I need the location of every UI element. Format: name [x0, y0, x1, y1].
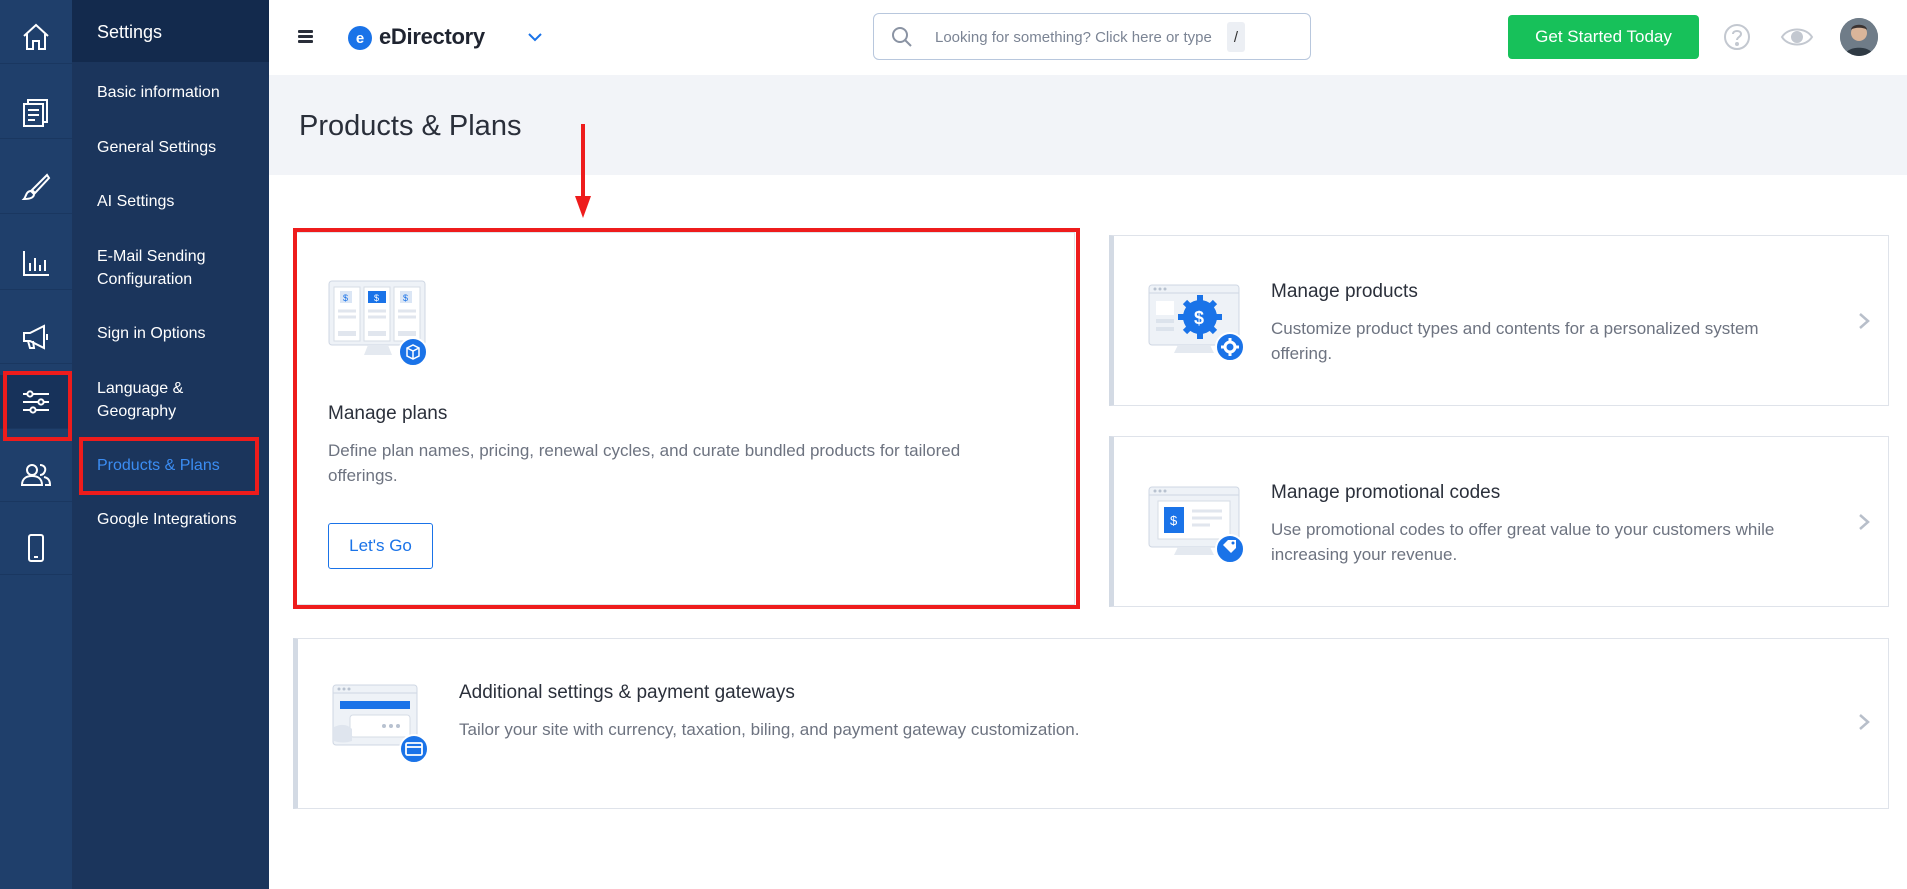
avatar[interactable] [1840, 18, 1878, 56]
page-title-band: Products & Plans [269, 75, 1907, 175]
chevron-right-icon [1859, 313, 1870, 329]
additional-settings-title: Additional settings & payment gateways [459, 682, 795, 703]
search-placeholder: Looking for something? Click here or typ… [935, 29, 1212, 46]
manage-products-card[interactable]: $ Manage products Customize product type… [1109, 235, 1889, 406]
brush-icon [21, 172, 51, 200]
sidebar-item-sign-in-options[interactable]: Sign in Options [97, 322, 262, 345]
manage-products-title: Manage products [1271, 281, 1418, 302]
rail-promote[interactable] [0, 310, 72, 364]
logo-text[interactable]: eDirectory [379, 24, 485, 50]
manage-promo-codes-title: Manage promotional codes [1271, 482, 1501, 503]
additional-settings-card[interactable]: Additional settings & payment gateways T… [293, 638, 1889, 809]
products-illustration-icon: $ [1148, 284, 1245, 362]
highlight-manage-plans-card [293, 228, 1080, 609]
bar-chart-icon [23, 250, 49, 276]
sidebar-item-language-geography[interactable]: Language & Geography [97, 377, 207, 423]
help-icon[interactable] [1723, 23, 1751, 51]
home-icon [23, 23, 49, 50]
chevron-right-icon [1859, 514, 1870, 530]
users-icon [20, 463, 52, 486]
logo-mark: e [348, 26, 372, 50]
highlight-sidebar-products-plans [79, 437, 259, 495]
rail-users[interactable] [0, 448, 72, 502]
promo-illustration-icon: $ [1148, 486, 1245, 564]
manage-promo-codes-card[interactable]: $ Manage promotional codes Use promotion… [1109, 436, 1889, 607]
arrow-down-icon [575, 124, 591, 218]
eye-icon[interactable] [1780, 24, 1814, 50]
rail-documents[interactable] [0, 85, 72, 139]
payment-illustration-icon [332, 684, 429, 764]
manage-promo-codes-description: Use promotional codes to offer great val… [1271, 520, 1775, 564]
megaphone-icon [23, 323, 48, 350]
rail-home[interactable] [0, 10, 72, 64]
sidebar-item-email-sending[interactable]: E-Mail Sending Configuration [97, 245, 232, 291]
sidebar-item-basic-information[interactable]: Basic information [97, 81, 262, 104]
additional-settings-description: Tailor your site with currency, taxation… [459, 720, 1080, 739]
rail-reports[interactable] [0, 236, 72, 290]
chevron-down-icon[interactable] [525, 27, 545, 47]
search-input[interactable]: Looking for something? Click here or typ… [873, 13, 1311, 60]
documents-icon [23, 98, 48, 127]
rail-mobile[interactable] [0, 521, 72, 575]
chevron-right-icon [1859, 714, 1870, 730]
get-started-button[interactable]: Get Started Today [1508, 15, 1699, 59]
avatar-image [1840, 18, 1878, 56]
manage-products-description: Customize product types and contents for… [1271, 319, 1759, 363]
svg-text:$: $ [1194, 308, 1204, 328]
search-shortcut-key: / [1227, 22, 1245, 52]
icon-rail [0, 0, 72, 889]
page-title: Products & Plans [299, 110, 522, 142]
menu-icon[interactable] [298, 30, 315, 43]
mobile-icon [28, 533, 44, 562]
highlight-rail-settings [3, 371, 72, 441]
sidebar-title: Settings [72, 0, 269, 62]
search-icon [892, 27, 912, 47]
sidebar-item-google-integrations[interactable]: Google Integrations [97, 508, 262, 531]
svg-text:$: $ [1170, 513, 1178, 528]
sidebar-item-ai-settings[interactable]: AI Settings [97, 190, 262, 213]
rail-design[interactable] [0, 160, 72, 214]
top-header: e eDirectory Looking for something? Clic… [269, 0, 1907, 75]
sidebar-item-general-settings[interactable]: General Settings [97, 136, 262, 159]
